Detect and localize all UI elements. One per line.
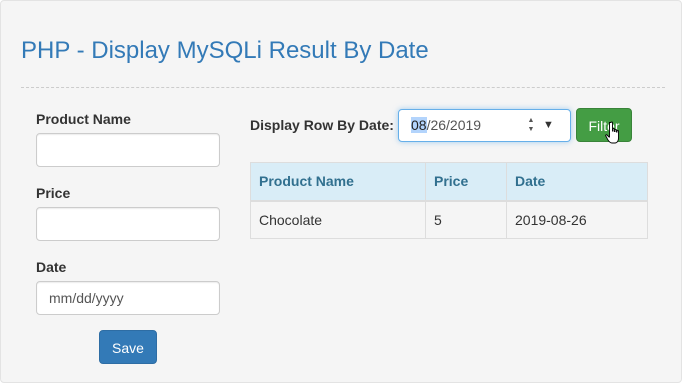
up-down-spinner-icon[interactable]: ▲ ▼ xyxy=(527,116,535,136)
product-name-input[interactable] xyxy=(36,133,220,167)
column-header-price: Price xyxy=(425,162,507,202)
price-input[interactable] xyxy=(36,207,220,241)
date-input[interactable] xyxy=(36,281,220,315)
column-header-date: Date xyxy=(506,162,648,202)
hand-pointer-icon xyxy=(605,121,619,144)
date-day-year-segment[interactable]: /26/2019 xyxy=(427,117,482,133)
column-header-product-name: Product Name xyxy=(250,162,426,202)
cell-price: 5 xyxy=(425,200,507,239)
save-button[interactable]: Save xyxy=(99,330,157,364)
caret-down-icon[interactable]: ▼ xyxy=(543,110,554,141)
title-divider xyxy=(21,87,665,88)
date-month-segment[interactable]: 08 xyxy=(411,117,427,133)
filter-date-input[interactable]: 08/26/2019 ▲ ▼ ▼ xyxy=(398,109,571,142)
cell-product-name: Chocolate xyxy=(250,200,426,239)
price-label: Price xyxy=(36,185,71,201)
results-table: Product Name Price Date Chocolate 5 2019… xyxy=(250,162,648,239)
date-label: Date xyxy=(36,259,67,275)
filter-date-label: Display Row By Date: xyxy=(250,117,394,133)
page-container: PHP - Display MySQLi Result By Date Prod… xyxy=(0,0,682,383)
page-title: PHP - Display MySQLi Result By Date xyxy=(21,37,429,64)
cell-date: 2019-08-26 xyxy=(506,200,648,239)
table-header-row: Product Name Price Date xyxy=(250,162,648,202)
table-row: Chocolate 5 2019-08-26 xyxy=(250,200,648,239)
product-name-label: Product Name xyxy=(36,111,131,127)
